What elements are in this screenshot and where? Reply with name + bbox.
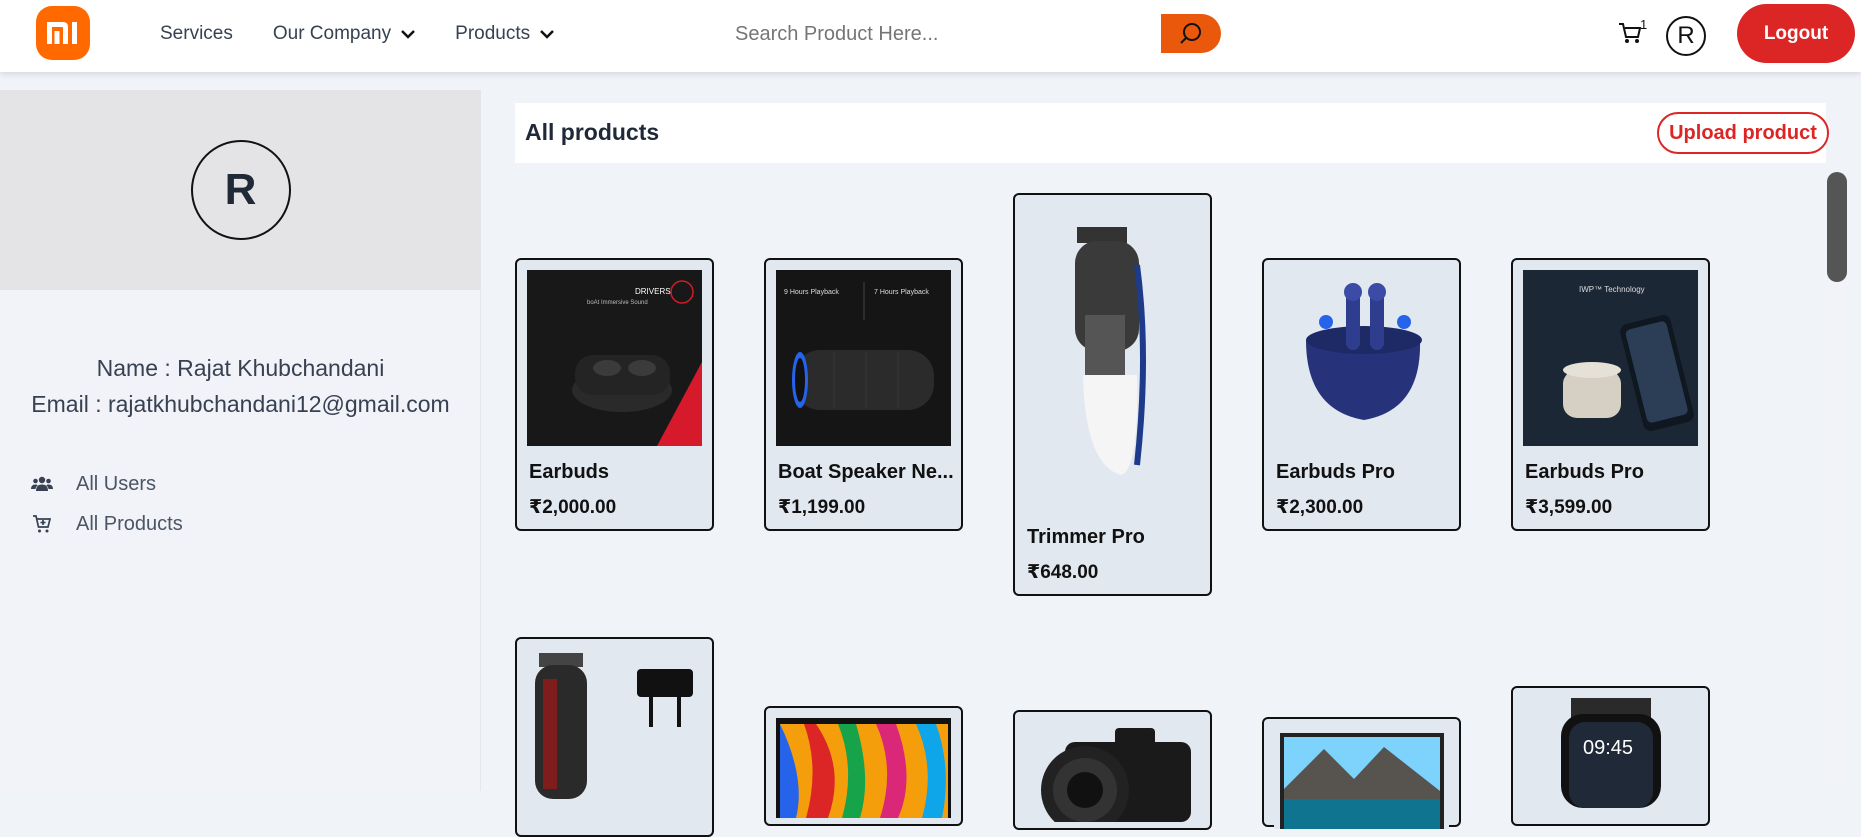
sidebar-item-all-users[interactable]: All Users	[30, 464, 183, 504]
product-card[interactable]: Trimmer Pro ₹648.00	[1013, 193, 1212, 596]
profile-avatar: R	[190, 140, 291, 240]
image-caption: 9 Hours Playback	[784, 289, 839, 296]
search-bar	[731, 14, 1221, 54]
chevron-down-icon	[540, 30, 555, 39]
product-name: Earbuds Pro	[1276, 461, 1395, 483]
smartwatch-image: 09:45	[1523, 698, 1698, 808]
product-price: ₹3,599.00	[1525, 497, 1613, 518]
earbuds-phone-image: IWP™ Technology	[1523, 270, 1698, 446]
product-price: ₹648.00	[1027, 562, 1099, 583]
product-card[interactable]: Earbuds Pro ₹2,300.00	[1262, 258, 1461, 531]
product-card[interactable]: 9 Hours Playback 7 Hours Playback Boat S…	[764, 258, 963, 531]
trimmer-image	[1025, 205, 1200, 505]
product-price: ₹2,300.00	[1276, 497, 1364, 518]
mi-logo[interactable]	[36, 6, 90, 60]
product-name: Boat Speaker Ne...	[778, 461, 954, 483]
main-nav: Services Our Company Products	[160, 0, 555, 68]
sidebar-links: All Users All Products	[30, 464, 183, 544]
tv-image	[776, 718, 951, 818]
nav-services[interactable]: Services	[160, 23, 233, 45]
search-button[interactable]	[1161, 14, 1221, 53]
product-price: ₹2,000.00	[529, 497, 617, 518]
product-card[interactable]: IWP™ Technology Earbuds Pro ₹3,599.00	[1511, 258, 1710, 531]
scrollbar-thumb[interactable]	[1827, 172, 1847, 282]
product-card[interactable]: 09:45	[1511, 686, 1710, 826]
image-subcaption: boAt Immersive Sound	[587, 300, 648, 306]
speaker-image: 9 Hours Playback 7 Hours Playback	[776, 270, 951, 446]
profile-email: Email : rajatkhubchandani12@gmail.com	[31, 391, 450, 417]
image-caption: DRIVERS	[635, 287, 671, 296]
product-card[interactable]: DRIVERS boAt Immersive Sound Earbuds ₹2,…	[515, 258, 714, 531]
product-card[interactable]	[1262, 717, 1461, 829]
monitor-image	[1274, 729, 1449, 829]
nav-our-company-label: Our Company	[272, 23, 392, 44]
nav-products[interactable]: Products	[455, 23, 555, 45]
nav-products-label: Products	[455, 23, 531, 44]
product-name: Earbuds Pro	[1525, 461, 1644, 483]
cart-count-badge: 1	[1640, 17, 1648, 32]
search-input[interactable]	[731, 14, 1161, 54]
sidebar-item-label: All Users	[76, 472, 157, 495]
top-navbar: Services Our Company Products 1 R Logout	[0, 0, 1861, 72]
page-title: All products	[525, 119, 660, 145]
beard-trimmer-image	[527, 649, 702, 799]
camera-image	[1025, 722, 1200, 822]
sidebar-item-label: All Products	[76, 512, 183, 535]
profile-name: Name : Rajat Khubchandani	[96, 355, 385, 381]
watch-time-text: 09:45	[1583, 737, 1633, 759]
profile-banner: R	[0, 90, 481, 290]
earbuds-pro-image	[1274, 270, 1449, 446]
upload-product-button[interactable]: Upload product	[1657, 112, 1829, 154]
product-card[interactable]	[1013, 710, 1212, 830]
image-subcaption: 7 Hours Playback	[874, 289, 929, 296]
user-avatar[interactable]: R	[1666, 16, 1706, 56]
image-caption: IWP™ Technology	[1579, 285, 1645, 294]
chevron-down-icon	[401, 30, 416, 39]
profile-info: Name : Rajat Khubchandani Email : rajatk…	[0, 350, 481, 422]
nav-services-label: Services	[160, 23, 233, 44]
admin-sidebar: R Name : Rajat Khubchandani Email : raja…	[0, 90, 481, 791]
product-name: Trimmer Pro	[1027, 526, 1145, 548]
cart-icon	[30, 514, 54, 534]
earbuds-case-image: DRIVERS boAt Immersive Sound	[527, 270, 702, 446]
product-card[interactable]	[515, 637, 714, 837]
product-card[interactable]	[764, 706, 963, 826]
logout-button[interactable]: Logout	[1737, 4, 1855, 63]
mi-logo-icon	[47, 22, 77, 44]
product-name: Earbuds	[529, 461, 610, 483]
search-icon	[1180, 22, 1201, 44]
products-header: All products Upload product	[515, 103, 1829, 163]
nav-our-company[interactable]: Our Company	[272, 23, 416, 45]
users-icon	[30, 476, 54, 492]
sidebar-item-all-products[interactable]: All Products	[30, 504, 183, 544]
product-price: ₹1,199.00	[778, 497, 866, 518]
